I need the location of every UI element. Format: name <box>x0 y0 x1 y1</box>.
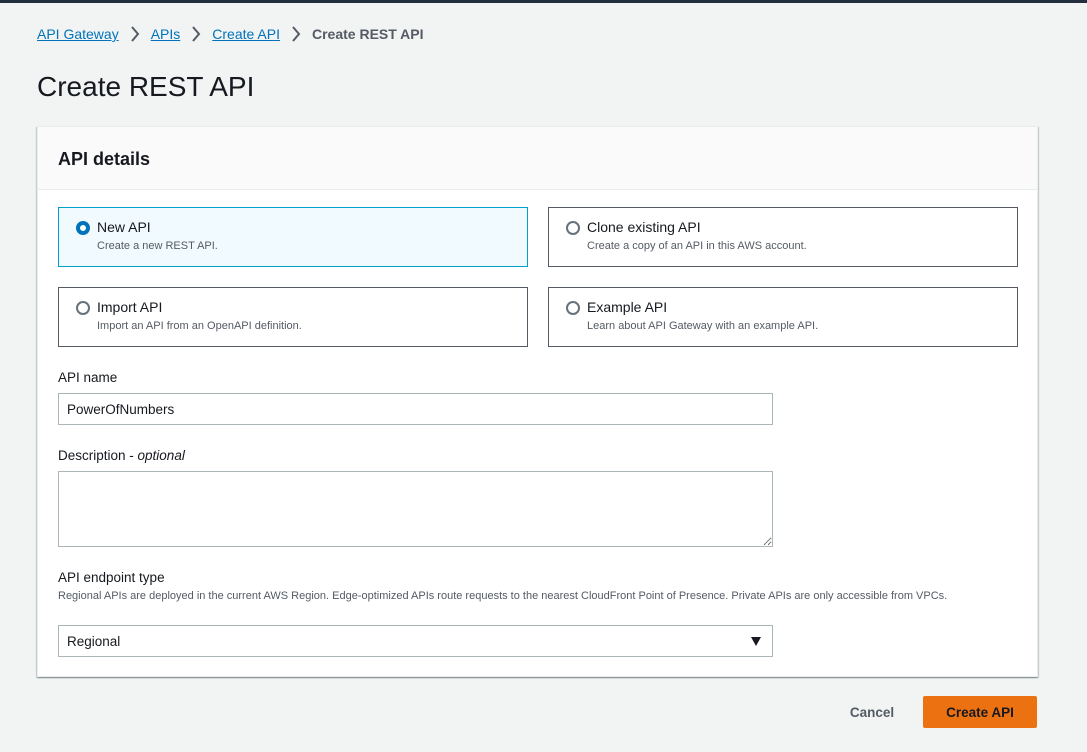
api-name-input[interactable] <box>58 393 773 425</box>
option-description: Create a copy of an API in this AWS acco… <box>587 240 807 252</box>
endpoint-type-help: Regional APIs are deployed in the curren… <box>58 590 948 602</box>
create-api-button[interactable]: Create API <box>923 696 1037 728</box>
breadcrumb-create-api[interactable]: Create API <box>212 26 280 42</box>
option-label: New API <box>97 219 151 235</box>
chevron-right-icon <box>119 25 151 43</box>
radio-checked-icon[interactable] <box>76 221 90 235</box>
breadcrumb: API Gateway APIs Create API Create REST … <box>37 25 424 43</box>
description-label: Description - optional <box>58 447 185 464</box>
page-title: Create REST API <box>37 71 255 102</box>
chevron-right-icon <box>180 25 212 43</box>
option-description: Create a new REST API. <box>97 240 218 252</box>
option-import-api[interactable]: Import API Import an API from an OpenAPI… <box>58 287 528 347</box>
radio-unchecked-icon[interactable] <box>76 301 90 315</box>
option-description: Learn about API Gateway with an example … <box>587 320 819 332</box>
breadcrumb-api-gateway[interactable]: API Gateway <box>37 26 119 42</box>
chevron-right-icon <box>280 25 312 43</box>
option-example-api[interactable]: Example API Learn about API Gateway with… <box>548 287 1018 347</box>
breadcrumb-current: Create REST API <box>311 26 424 42</box>
panel-title: API details <box>58 149 151 169</box>
breadcrumb-apis[interactable]: APIs <box>151 26 181 42</box>
option-label: Import API <box>97 299 163 315</box>
endpoint-type-value: Regional <box>67 634 121 649</box>
option-new-api[interactable]: New API Create a new REST API. <box>58 207 528 267</box>
api-name-label: API name <box>58 370 118 385</box>
description-label-text: Description - <box>58 448 138 463</box>
option-label: Example API <box>587 299 668 315</box>
api-details-panel: API details New API Create a new REST AP… <box>37 126 1038 677</box>
endpoint-type-select[interactable]: Regional <box>58 625 773 657</box>
radio-unchecked-icon[interactable] <box>566 221 580 235</box>
panel-header: API details <box>38 127 1037 190</box>
caret-down-icon <box>751 637 761 646</box>
top-navigation-bar <box>0 0 1087 3</box>
radio-unchecked-icon[interactable] <box>566 301 580 315</box>
description-textarea[interactable] <box>58 471 773 547</box>
option-description: Import an API from an OpenAPI definition… <box>97 320 302 332</box>
cancel-button[interactable]: Cancel <box>837 697 907 728</box>
option-label: Clone existing API <box>587 219 701 235</box>
option-clone-existing-api[interactable]: Clone existing API Create a copy of an A… <box>548 207 1018 267</box>
optional-label: optional <box>137 448 185 463</box>
endpoint-type-label: API endpoint type <box>58 570 165 585</box>
